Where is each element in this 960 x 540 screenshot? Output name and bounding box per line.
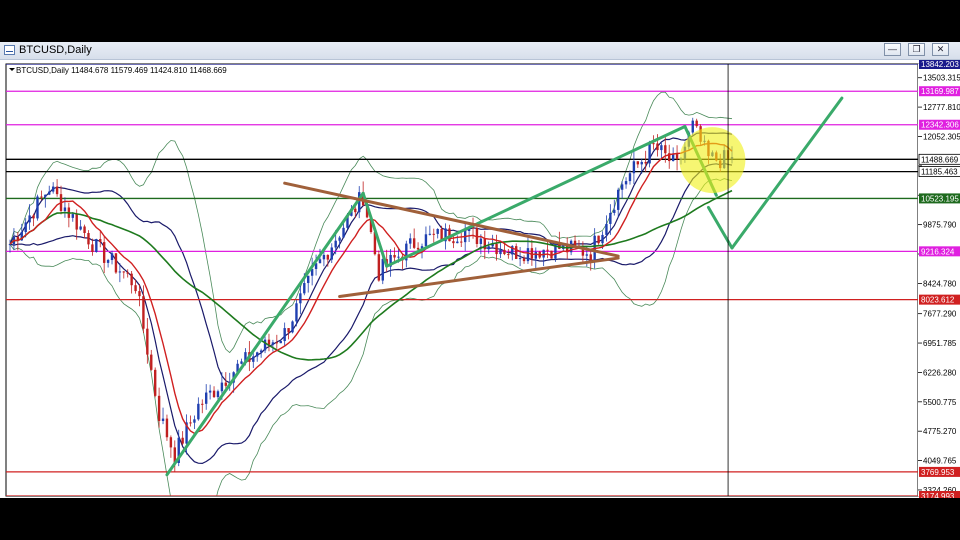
price-axis: 13503.315 12777.810 12052.305 9875.790 8424.… <box>918 60 960 498</box>
candle <box>153 367 157 398</box>
price-axis-tick-label: 7677.290 <box>923 310 957 319</box>
svg-text:9216.324: 9216.324 <box>921 247 955 256</box>
price-axis-tick-label: 12777.810 <box>923 103 960 112</box>
close-icon[interactable]: ✕ <box>932 43 949 56</box>
price-level-tag: 10523.195 <box>919 193 960 204</box>
price-level-tag: 11488.669 <box>918 153 960 165</box>
price-axis-tick-label: 4775.270 <box>923 427 957 436</box>
price-axis-tick-label: 12052.305 <box>923 132 960 141</box>
candle <box>95 238 98 253</box>
price-axis-tick-label: 6951.785 <box>923 339 957 348</box>
svg-text:8023.612: 8023.612 <box>921 296 955 305</box>
price-level-tag: 12342.306 <box>919 119 960 130</box>
price-axis-tick-label: 13503.315 <box>923 74 960 83</box>
svg-text:13842.203: 13842.203 <box>921 60 959 69</box>
price-axis-tick-label: 6226.280 <box>923 368 957 377</box>
price-level-tag: 13169.987 <box>919 86 960 97</box>
svg-text:10523.195: 10523.195 <box>921 194 959 203</box>
price-level-tag: 3769.953 <box>919 466 960 477</box>
price-level-tag: 3174.993 <box>919 491 960 498</box>
svg-text:11185.463: 11185.463 <box>921 168 958 177</box>
price-level-tag: 8023.612 <box>919 294 960 305</box>
chart-area[interactable]: BTCUSD,Daily 11484.678 11579.469 11424.8… <box>0 60 960 498</box>
candle <box>36 194 39 221</box>
chart-window-icon <box>4 45 15 55</box>
restore-icon[interactable]: ❐ <box>908 43 925 56</box>
highlight-marker <box>679 127 746 194</box>
price-axis-tick-label: 9875.790 <box>923 221 957 230</box>
price-level-tag: 13842.203 <box>919 60 960 69</box>
chart-window: BTCUSD,Daily — ❐ ✕ BTCUSD,Daily 11484.67… <box>0 42 960 498</box>
price-level-tag: 11185.463 <box>918 166 960 177</box>
svg-text:11488.669: 11488.669 <box>921 155 959 164</box>
svg-text:3769.953: 3769.953 <box>921 468 955 477</box>
price-level-tag: 9216.324 <box>919 246 960 257</box>
svg-text:3174.993: 3174.993 <box>921 492 955 498</box>
price-chart[interactable]: BTCUSD,Daily 11484.678 11579.469 11424.8… <box>0 60 960 498</box>
price-axis-tick-label: 4049.765 <box>923 457 957 466</box>
price-axis-tick-label: 8424.780 <box>923 279 957 288</box>
svg-text:13169.987: 13169.987 <box>921 87 959 96</box>
candle <box>291 320 294 334</box>
window-title: BTCUSD,Daily <box>19 44 92 56</box>
candle <box>114 252 118 274</box>
candle <box>377 250 381 282</box>
price-axis-tick-label: 5500.775 <box>923 398 957 407</box>
window-titlebar[interactable]: BTCUSD,Daily — ❐ ✕ <box>0 42 960 60</box>
minimize-icon[interactable]: — <box>884 43 901 56</box>
svg-text:12342.306: 12342.306 <box>921 121 959 130</box>
chart-header: BTCUSD,Daily 11484.678 11579.469 11424.8… <box>16 66 227 75</box>
